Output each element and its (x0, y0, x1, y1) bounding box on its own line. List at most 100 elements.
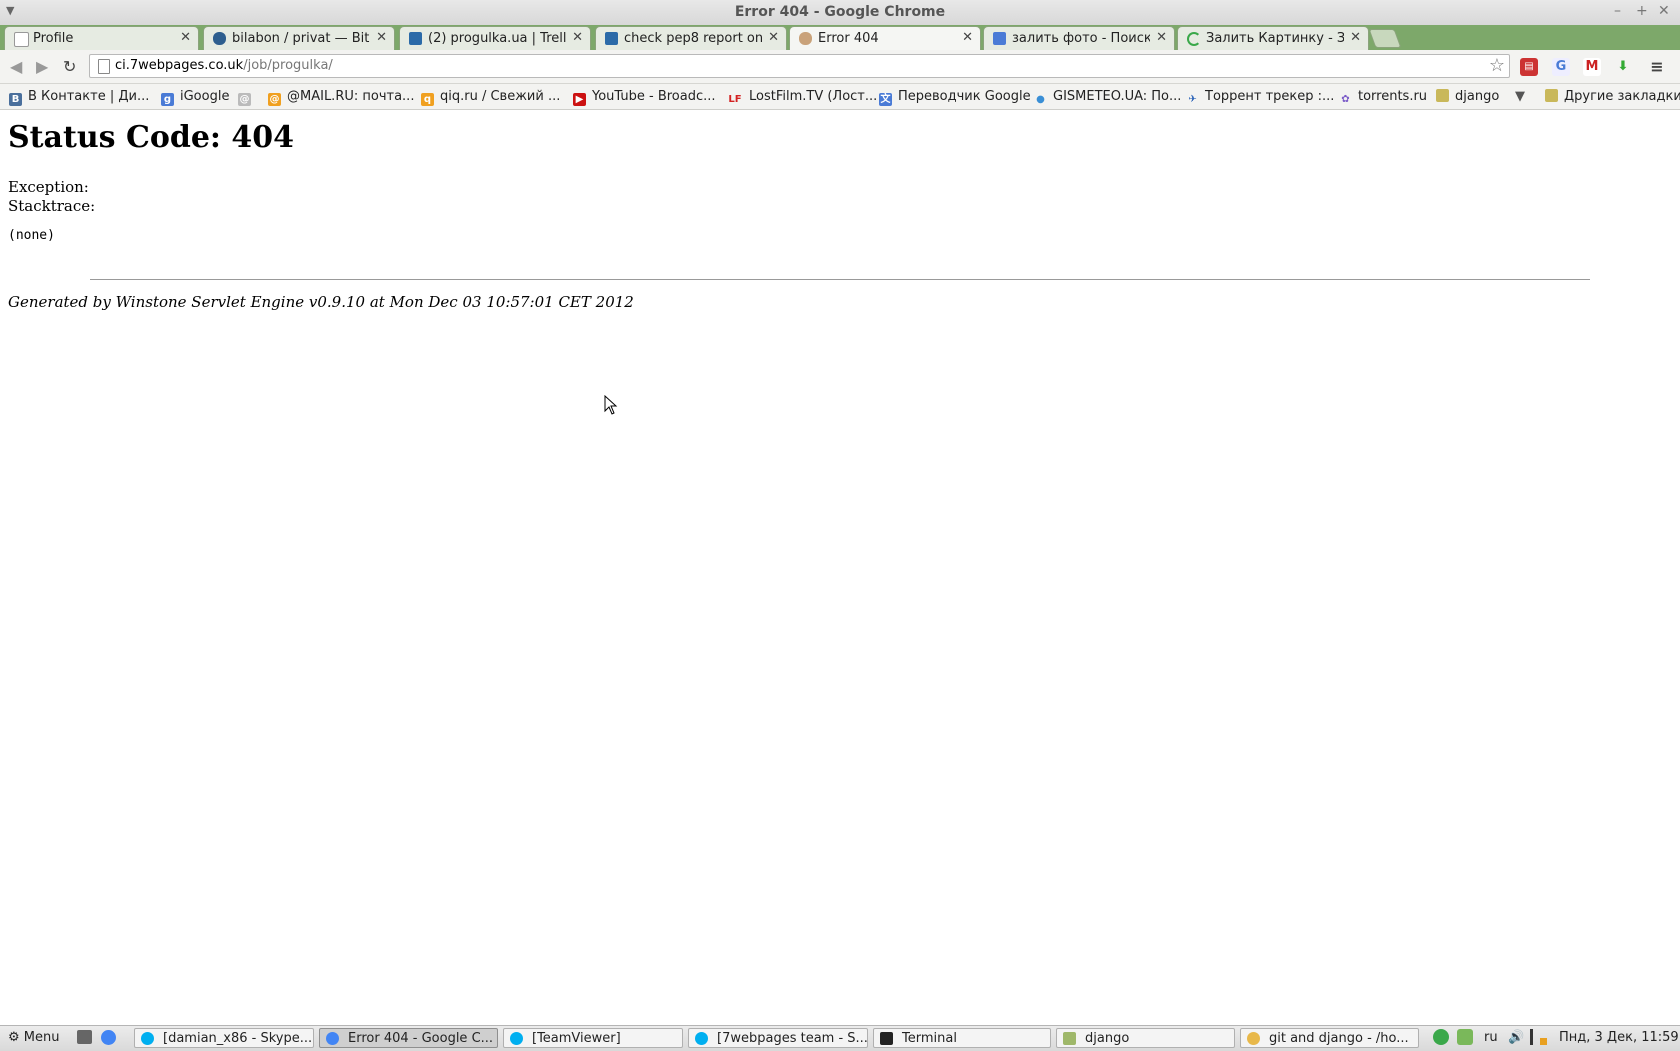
vk-icon: B (9, 93, 22, 106)
menu-icon[interactable]: ≡ (1648, 58, 1666, 76)
close-tab-icon[interactable]: ✕ (1350, 30, 1361, 45)
task-folder-django[interactable]: django (1056, 1028, 1235, 1048)
tab-profile[interactable]: Profile ✕ (4, 26, 199, 50)
task-label: django (1085, 1031, 1130, 1046)
bookmark-torrents-ru[interactable]: ✿ torrents.ru (1339, 89, 1427, 106)
window-titlebar: ▼ Error 404 - Google Chrome – + ✕ (0, 0, 1680, 26)
task-teamviewer[interactable]: [TeamViewer] (503, 1028, 683, 1048)
maximize-icon[interactable]: + (1636, 3, 1648, 19)
mouse-cursor-icon (604, 395, 618, 415)
bookmark-vk[interactable]: B В Контакте | Ди... (9, 89, 149, 106)
google-icon (993, 32, 1006, 45)
tab-google-search[interactable]: залить фото - Поиск в ✕ (983, 26, 1175, 50)
close-tab-icon[interactable]: ✕ (376, 30, 387, 45)
close-tab-icon[interactable]: ✕ (180, 30, 191, 45)
page-icon (98, 59, 110, 74)
url-text[interactable]: ci.7webpages.co.uk/job/progulka/ (115, 58, 333, 73)
task-label: git and django - /ho... (1269, 1031, 1409, 1046)
task-label: [7webpages team - S... (717, 1031, 868, 1046)
task-gitg[interactable]: git and django - /ho... (1240, 1028, 1419, 1048)
teamviewer-icon (510, 1032, 523, 1045)
tab-trello-progulka[interactable]: (2) progulka.ua | Trello ✕ (399, 26, 591, 50)
minimize-icon[interactable]: – (1614, 3, 1621, 19)
lostfilm-icon: LF (728, 94, 742, 105)
bookmark-label: Торрент трекер :... (1205, 89, 1335, 104)
start-menu-button[interactable]: ⚙ Menu (8, 1030, 60, 1045)
generated-by-footer: Generated by Winstone Servlet Engine v0.… (8, 293, 634, 311)
folder-icon (1545, 89, 1558, 102)
page-icon (14, 32, 29, 47)
bookmark-label: GISMETEO.UA: По... (1053, 89, 1182, 104)
tab-upload-image[interactable]: Залить Картинку - За ✕ (1177, 26, 1369, 50)
tab-label: Залить Картинку - За (1206, 31, 1344, 46)
chrome-icon (326, 1032, 339, 1045)
bookmark-torrent-tracker[interactable]: ✈ Торрент трекер :... (1186, 89, 1334, 106)
task-skype-damian[interactable]: [damian_x86 - Skype... (134, 1028, 314, 1048)
bookmark-qiq[interactable]: q qiq.ru / Свежий ... (421, 89, 560, 106)
reload-icon[interactable]: ↻ (63, 57, 76, 76)
bookmark-label: iGoogle (180, 89, 230, 104)
show-desktop-icon[interactable] (77, 1030, 92, 1044)
download-icon[interactable]: ⬇ (1614, 58, 1632, 76)
task-terminal[interactable]: Terminal (873, 1028, 1051, 1048)
exception-label: Exception: (8, 178, 89, 196)
bookmarks-overflow-icon[interactable]: ▼ (1515, 89, 1525, 104)
task-chrome-error404[interactable]: Error 404 - Google C... (319, 1028, 498, 1048)
address-bar[interactable]: ci.7webpages.co.uk/job/progulka/ ☆ (89, 54, 1510, 78)
bookmark-mailru[interactable]: @ @MAIL.RU: почта... (268, 89, 414, 106)
update-ok-icon[interactable] (1433, 1029, 1449, 1045)
tab-label: Profile (33, 31, 74, 46)
bookmark-youtube[interactable]: ▶ YouTube - Broadc... (573, 89, 716, 106)
bookmark-gismeteo[interactable]: ● GISMETEO.UA: По... (1034, 89, 1181, 106)
tab-strip: Profile ✕ bilabon / privat — Bitbu ✕ (2)… (0, 25, 1680, 50)
taskbar: ⚙ Menu [damian_x86 - Skype... Error 404 … (0, 1025, 1680, 1051)
flag-extension-icon[interactable]: ▤ (1520, 58, 1538, 76)
bookmark-lostfilm[interactable]: LF LostFilm.TV (Лост... (727, 89, 877, 106)
bookmark-star-icon[interactable]: ☆ (1489, 55, 1505, 76)
new-tab-button[interactable] (1368, 29, 1402, 48)
task-skype-7webpages[interactable]: [7webpages team - S... (688, 1028, 868, 1048)
bookmark-label: YouTube - Broadc... (592, 89, 716, 104)
keyboard-layout[interactable]: ru (1484, 1030, 1498, 1045)
google-extension-icon[interactable]: G (1552, 58, 1570, 76)
close-tab-icon[interactable]: ✕ (768, 30, 779, 45)
torrents-icon: ✿ (1341, 94, 1350, 105)
tab-bitbucket[interactable]: bilabon / privat — Bitbu ✕ (203, 26, 395, 50)
url-host: ci.7webpages.co.uk (115, 58, 244, 73)
gmail-icon[interactable]: M (1583, 58, 1601, 76)
translate-icon: 文 (879, 93, 892, 106)
url-path: /job/progulka/ (243, 58, 333, 73)
task-label: Terminal (902, 1031, 957, 1046)
close-tab-icon[interactable]: ✕ (962, 30, 973, 45)
status-heading: Status Code: 404 (8, 120, 295, 155)
bitbucket-icon (213, 32, 226, 45)
close-window-icon[interactable]: ✕ (1658, 3, 1670, 19)
bookmark-igoogle[interactable]: g iGoogle (161, 89, 229, 106)
tab-error-404[interactable]: Error 404 ✕ (789, 26, 981, 50)
forward-icon[interactable]: ▶ (36, 57, 48, 76)
tab-trello-pep8[interactable]: check pep8 report on p ✕ (595, 26, 787, 50)
clock[interactable]: Пнд, 3 Дек, 11:59 (1559, 1030, 1679, 1045)
fingerprint-icon: @ (238, 93, 251, 106)
close-tab-icon[interactable]: ✕ (572, 30, 583, 45)
network-icon[interactable] (1530, 1029, 1533, 1045)
task-label: Error 404 - Google C... (348, 1031, 494, 1046)
chrome-launcher-icon[interactable] (101, 1030, 116, 1045)
bookmark-fingerprint[interactable]: @ (238, 89, 257, 106)
back-icon[interactable]: ◀ (10, 57, 22, 76)
bookmark-label: Другие закладки (1564, 89, 1680, 104)
shield-icon[interactable] (1457, 1029, 1473, 1045)
close-tab-icon[interactable]: ✕ (1156, 30, 1167, 45)
youtube-icon: ▶ (573, 93, 586, 106)
window-title: Error 404 - Google Chrome (734, 4, 946, 20)
bookmark-translate[interactable]: 文 Переводчик Google (879, 89, 1031, 106)
volume-icon[interactable]: 🔊 (1508, 1030, 1524, 1045)
bookmark-folder-django[interactable]: django (1436, 89, 1499, 104)
battery-icon[interactable] (1540, 1038, 1547, 1045)
gismeteo-icon: ● (1036, 94, 1045, 105)
bookmark-label: qiq.ru / Свежий ... (440, 89, 561, 104)
tab-label: bilabon / privat — Bitbu (232, 31, 370, 46)
stacktrace-value: (none) (8, 228, 55, 243)
bookmark-folder-other[interactable]: Другие закладки (1545, 89, 1680, 104)
tab-label: check pep8 report on p (624, 31, 762, 46)
